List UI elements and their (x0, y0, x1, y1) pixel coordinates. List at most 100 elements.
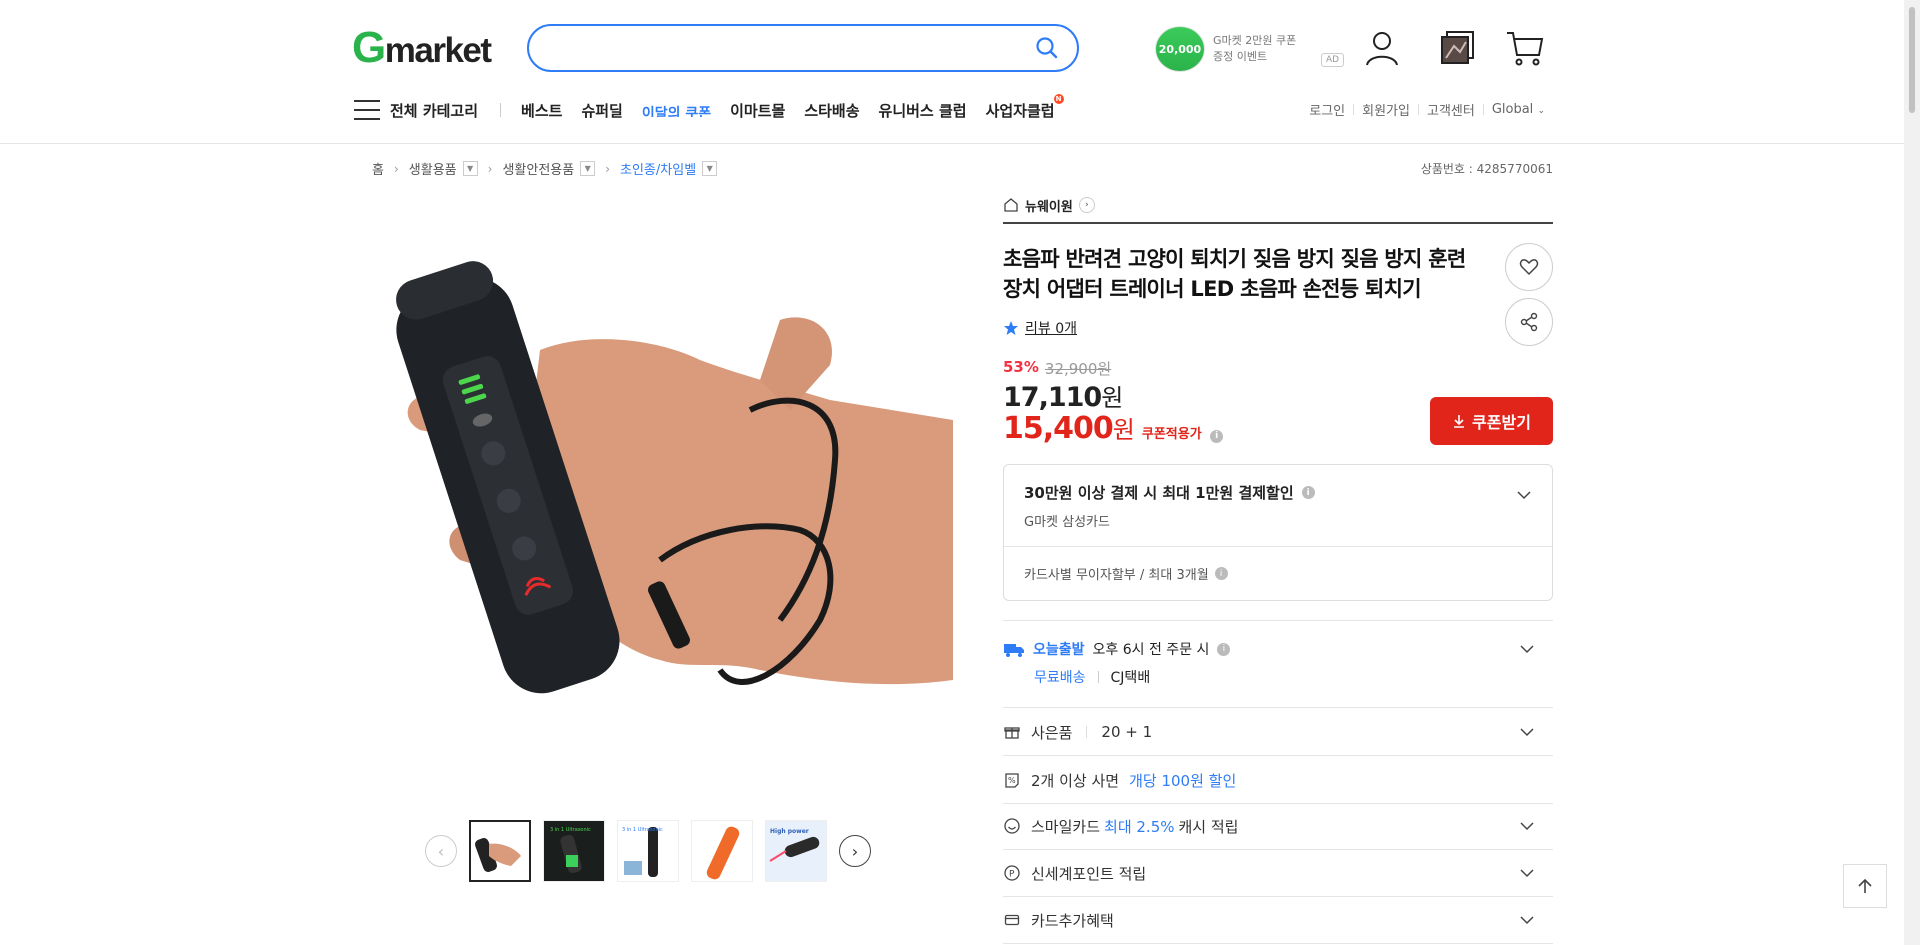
today-dispatch-label: 오늘출발 (1033, 642, 1085, 658)
product-main-image[interactable] (360, 200, 953, 793)
thumbnail-2[interactable]: 3 in 1 Ultrasonic (543, 820, 605, 882)
thumbnail-carousel: ‹ 3 in 1 Ultrasonic 3 in 1 Ultrasonic Hi… (425, 820, 871, 882)
review-count: 리뷰 0개 (1025, 321, 1077, 337)
signup-link[interactable]: 회원가입 (1354, 100, 1418, 119)
multi-buy-discount-value: 개당 100원 할인 (1129, 771, 1237, 790)
nav-star-delivery[interactable]: 스타배송 (804, 100, 859, 121)
breadcrumb: 홈 › 생활용품 ▼ › 생활안전용품 ▼ › 초인종/차임벨 ▼ (372, 159, 718, 178)
chevron-down-icon (1520, 822, 1534, 831)
customer-center-link[interactable]: 고객센터 (1419, 100, 1483, 119)
breadcrumb-level1[interactable]: 생활용품 (409, 159, 457, 178)
nav-universe-club[interactable]: 유니버스 클럽 (879, 100, 967, 121)
svg-text:P: P (1009, 870, 1015, 880)
breadcrumb-level2[interactable]: 생활안전용품 (502, 159, 574, 178)
new-badge: N (1053, 93, 1064, 104)
chevron-right-icon: › (1078, 197, 1095, 213)
login-link[interactable]: 로그인 (1301, 100, 1353, 119)
shipping-section[interactable]: 오늘출발 오후 6시 전 주문 시 i 무료배송 CJ택배 (1003, 620, 1553, 708)
multi-buy-discount-row: % 2개 이상 사면 개당 100원 할인 (1003, 757, 1553, 804)
chevron-down-icon (1520, 728, 1534, 737)
promo-line1: G마켓 2만원 쿠폰 (1213, 34, 1297, 47)
gift-value: 20 + 1 (1101, 723, 1153, 741)
nav-emart-mall[interactable]: 이마트몰 (730, 100, 785, 121)
page-scrollbar[interactable] (1904, 0, 1920, 945)
info-icon[interactable]: i (1217, 642, 1231, 656)
free-shipping: 무료배송 (1034, 670, 1086, 686)
breadcrumb-home[interactable]: 홈 (372, 159, 384, 178)
product-number: 상품번호 : 4285770061 (1420, 162, 1553, 176)
search-box[interactable] (527, 24, 1079, 72)
utility-links: 로그인 회원가입 고객센터 Global ⌄ (1301, 100, 1553, 119)
seller-shop-link[interactable]: 뉴웨이원 › (1003, 194, 1553, 224)
coupon-promo-banner[interactable]: 20,000 G마켓 2만원 쿠폰 증정 이벤트 AD (1155, 26, 1345, 72)
sale-price: 17,110원 (1003, 382, 1123, 413)
chevron-down-icon (1520, 645, 1534, 654)
nav-superdeal[interactable]: 슈퍼딜 (581, 100, 622, 121)
product-title: 초음파 반려견 고양이 퇴치기 짖음 방지 짖음 방지 훈련 장치 어댑터 트레… (1003, 247, 1466, 301)
global-dropdown[interactable]: Global ⌄ (1484, 102, 1553, 117)
search-icon[interactable] (1035, 36, 1059, 60)
chevron-down-icon (1520, 869, 1534, 878)
dispatch-cutoff: 오후 6시 전 주문 시 (1092, 642, 1210, 658)
promo-line2: 증정 이벤트 (1213, 50, 1268, 63)
info-icon[interactable]: i (1301, 486, 1315, 499)
cart-icon[interactable] (1505, 28, 1545, 68)
recent-viewed-icon[interactable] (1438, 28, 1478, 68)
svg-text:3 in 1 Ultrasonic: 3 in 1 Ultrasonic (550, 827, 591, 833)
thumbnail-next-button[interactable]: › (839, 835, 871, 867)
thumbnail-5[interactable]: High power (765, 820, 827, 882)
info-icon[interactable]: i (1209, 429, 1223, 443)
card-name: G마켓 삼성카드 (1024, 515, 1110, 530)
breadcrumb-level3-dropdown[interactable]: ▼ (702, 161, 718, 176)
discount-tag-icon: % (1003, 771, 1021, 789)
svg-text:High power: High power (770, 828, 809, 835)
courier-name: CJ택배 (1110, 670, 1151, 686)
review-summary[interactable]: 리뷰 0개 (1003, 318, 1077, 338)
breadcrumb-level2-dropdown[interactable]: ▼ (580, 161, 596, 176)
search-input[interactable] (549, 26, 1029, 70)
card-discount-expander[interactable]: 30만원 이상 결제 시 최대 1만원 결제할인 i G마켓 삼성카드 (1004, 465, 1552, 547)
breadcrumb-level3[interactable]: 초인종/차임벨 (620, 159, 696, 178)
discount-info: 53% 32,900원 (1003, 358, 1111, 379)
delivery-truck-icon (1004, 644, 1024, 657)
all-categories-link[interactable]: 전체 카테고리 (390, 100, 478, 121)
thumbnail-prev-button[interactable]: ‹ (425, 835, 457, 867)
svg-text:%: % (1008, 776, 1016, 785)
share-button[interactable] (1505, 298, 1553, 346)
chevron-down-icon (1520, 916, 1534, 925)
chevron-right-icon: › (393, 161, 399, 176)
get-coupon-button[interactable]: 쿠폰받기 (1430, 397, 1553, 445)
shop-home-icon (1004, 198, 1018, 212)
shinsegae-point-row[interactable]: P 신세계포인트 적립 (1003, 850, 1553, 897)
thumbnail-4[interactable] (691, 820, 753, 882)
scrollbar-thumb[interactable] (1908, 6, 1916, 114)
credit-card-icon (1003, 911, 1021, 929)
original-price: 32,900원 (1044, 360, 1112, 378)
wishlist-button[interactable] (1505, 243, 1553, 291)
star-icon (1004, 321, 1018, 335)
thumbnail-1[interactable] (469, 820, 531, 882)
breadcrumb-level1-dropdown[interactable]: ▼ (462, 161, 478, 176)
nav-best[interactable]: 베스트 (521, 100, 562, 121)
nav-business-club[interactable]: 사업자클럽 N (986, 93, 1064, 121)
card-extra-benefit-row[interactable]: 카드추가혜택 (1003, 897, 1553, 944)
gmarket-logo[interactable]: Gmarket (352, 26, 492, 73)
coupon-price: 15,400원 쿠폰적용가 i (1003, 410, 1223, 446)
gift-row[interactable]: 사은품 20 + 1 (1003, 709, 1553, 756)
info-icon[interactable]: i (1214, 567, 1228, 580)
chevron-down-icon: ⌄ (1537, 106, 1545, 116)
svg-text:3 in 1 Ultrasonic: 3 in 1 Ultrasonic (622, 827, 663, 833)
user-icon[interactable] (1362, 28, 1402, 68)
smile-card-row[interactable]: 스마일카드 최대 2.5% 캐시 적립 (1003, 803, 1553, 850)
seller-name: 뉴웨이원 (1025, 199, 1073, 215)
scroll-to-top-button[interactable] (1843, 864, 1887, 908)
chevron-right-icon: › (487, 161, 493, 176)
hamburger-menu-icon[interactable] (354, 100, 380, 120)
card-discount-box: 30만원 이상 결제 시 최대 1만원 결제할인 i G마켓 삼성카드 카드사별 … (1003, 464, 1553, 601)
header-divider (0, 143, 1904, 144)
ad-badge: AD (1321, 53, 1345, 67)
gift-icon (1003, 723, 1021, 741)
installment-info: 카드사별 무이자할부 / 최대 3개월 (1024, 568, 1209, 583)
thumbnail-3[interactable]: 3 in 1 Ultrasonic (617, 820, 679, 882)
nav-monthly-coupon[interactable]: 이달의 쿠폰 (642, 103, 711, 117)
